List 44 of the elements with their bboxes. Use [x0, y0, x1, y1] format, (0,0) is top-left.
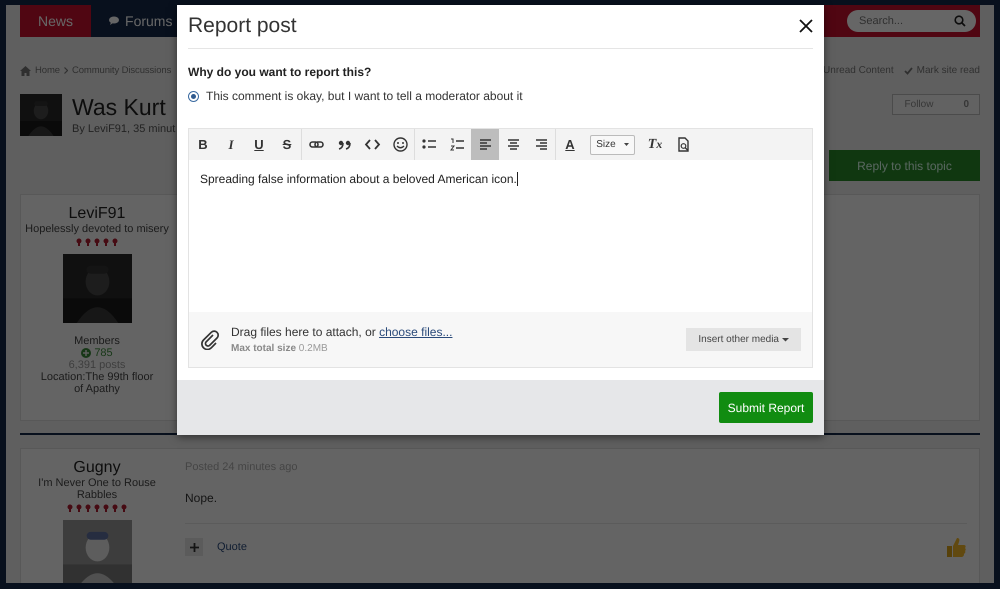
- quote-link[interactable]: Quote: [217, 541, 247, 553]
- size-dropdown[interactable]: Size: [590, 134, 635, 154]
- check-icon: [904, 66, 913, 74]
- author-tagline: I'm Never One to Rouse Rabbles: [37, 477, 157, 501]
- speech-bubble-icon: [109, 16, 122, 26]
- question-label: Why do you want to report this?: [188, 65, 372, 79]
- choose-files-link[interactable]: choose files...: [379, 325, 452, 339]
- home-icon: [20, 66, 31, 76]
- plus-circle-icon: [81, 348, 92, 358]
- plus-icon: [190, 542, 198, 552]
- radio-label[interactable]: This comment is okay, but I want to tell a moderator about it: [206, 89, 523, 103]
- bold-button[interactable]: B: [189, 129, 217, 160]
- submit-button[interactable]: Submit Report: [719, 392, 813, 423]
- search-icon[interactable]: [954, 15, 966, 27]
- insert-media-button[interactable]: Insert other media: [686, 328, 801, 351]
- add-button[interactable]: [185, 538, 203, 556]
- close-button[interactable]: [799, 19, 813, 33]
- member-group: Members: [74, 335, 120, 347]
- dialog-title: Report post: [188, 14, 297, 38]
- numbered-list-icon: [448, 136, 466, 153]
- text-color-button[interactable]: A: [556, 129, 584, 160]
- close-icon: [799, 19, 813, 33]
- underline-button[interactable]: U: [245, 129, 273, 160]
- editor-field[interactable]: Spreading false information about a beloved American icon.: [189, 160, 812, 312]
- radio-button[interactable]: [188, 90, 199, 102]
- author-location: Location:The 99th floor of Apathy: [40, 371, 154, 395]
- strike-button[interactable]: S: [273, 129, 301, 160]
- paperclip-icon: [200, 330, 220, 350]
- reply-button[interactable]: Reply to this topic: [829, 150, 980, 181]
- chevron-icon: [64, 67, 68, 74]
- byline: By LeviF91, 35 minut: [72, 123, 176, 135]
- size-limit: Max total size 0.2MB: [231, 343, 329, 354]
- author-name[interactable]: Gugny: [73, 459, 121, 477]
- thumbs-up-icon[interactable]: [945, 536, 967, 558]
- reputation-count: 785: [94, 347, 113, 359]
- italic-button[interactable]: I: [217, 129, 245, 160]
- align-left-button[interactable]: [471, 129, 499, 160]
- attach-instructions: Drag files here to attach, or choose files...: [231, 325, 452, 339]
- author-name[interactable]: LeviF91: [68, 205, 126, 223]
- smiley-icon: [392, 136, 408, 153]
- post-body: Nope.: [185, 491, 967, 524]
- author-tagline: Hopelessly devoted to misery: [25, 223, 169, 235]
- topic-title: Was Kurt: [72, 94, 167, 121]
- caret-icon: [624, 142, 629, 146]
